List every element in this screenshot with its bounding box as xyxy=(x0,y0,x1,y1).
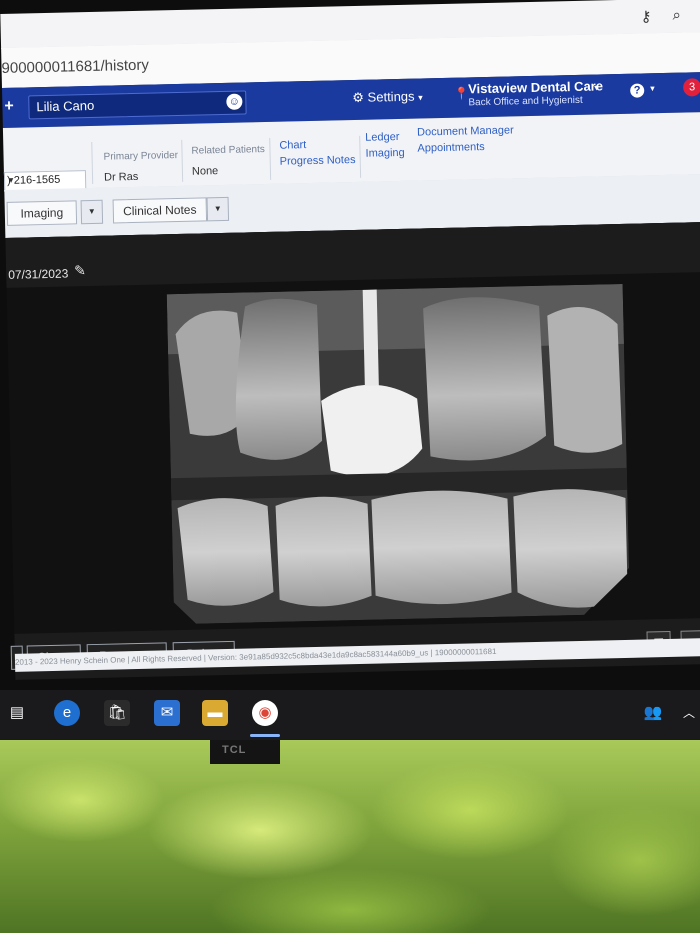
chevron-up-icon[interactable]: ︿ xyxy=(676,700,700,726)
lower-tooth xyxy=(177,498,274,606)
clinical-notes-dropdown-button[interactable]: ▼ xyxy=(206,196,230,222)
url-text: 900000011681/history xyxy=(1,56,150,77)
imaging-dropdown-button[interactable]: ▼ xyxy=(80,199,104,225)
notification-badge[interactable]: 3 xyxy=(682,78,700,97)
divider xyxy=(359,135,362,178)
clinical-notes-tab[interactable]: Clinical Notes xyxy=(112,197,208,224)
imaging-tab[interactable]: Imaging xyxy=(6,200,78,226)
chevron-down-icon: ▾ xyxy=(418,92,423,103)
primary-provider-label: Primary Provider xyxy=(103,150,179,163)
nav-link-progress-notes[interactable]: Progress Notes xyxy=(280,154,356,168)
lower-tooth xyxy=(513,489,628,608)
nav-link-chart[interactable]: Chart xyxy=(279,139,306,152)
location-name[interactable]: Vistaview Dental Care xyxy=(468,78,603,96)
lower-tooth xyxy=(371,490,512,605)
nav-link-ledger[interactable]: Ledger xyxy=(365,131,400,144)
settings-label: Settings xyxy=(367,88,415,105)
imaging-tab-label: Imaging xyxy=(20,205,64,221)
patient-search-input[interactable]: Lilia Cano ☺ xyxy=(28,90,247,120)
lower-tooth xyxy=(275,496,372,607)
chevron-down-icon[interactable]: ▾ xyxy=(594,82,599,93)
upper-tooth xyxy=(423,297,547,461)
nav-link-document-manager[interactable]: Document Manager xyxy=(417,124,514,138)
gear-icon: ⚙ xyxy=(352,89,365,106)
dental-xray-image[interactable] xyxy=(166,283,630,624)
add-icon[interactable]: + xyxy=(4,98,14,116)
chevron-down-icon[interactable]: ▾ xyxy=(650,83,655,94)
clinical-notes-label: Clinical Notes xyxy=(122,202,197,219)
root-canal-post xyxy=(362,289,379,386)
monitor-brand: TCL xyxy=(222,744,247,756)
store-icon[interactable]: 🛍 xyxy=(104,700,130,726)
related-patients-label: Related Patients xyxy=(191,144,265,157)
location-pin-icon: 📍 xyxy=(454,86,470,101)
primary-provider-value: Dr Ras xyxy=(103,170,139,184)
image-date: 07/31/2023 xyxy=(8,266,69,282)
patient-name: Lilia Cano xyxy=(36,97,95,115)
divider xyxy=(269,137,272,180)
task-view-icon[interactable]: ▤ xyxy=(4,700,30,726)
edit-pencil-icon[interactable]: ✎ xyxy=(74,262,86,279)
background-foliage xyxy=(0,740,700,933)
edge-icon[interactable]: e xyxy=(54,700,80,726)
file-explorer-icon[interactable]: ▬ xyxy=(202,700,228,726)
help-icon[interactable]: ? xyxy=(630,83,645,98)
image-viewer: 07/31/2023 ✎ xyxy=(5,221,700,680)
nav-link-appointments[interactable]: Appointments xyxy=(417,141,485,155)
patient-lookup-icon[interactable]: ☺ xyxy=(226,93,243,110)
related-patients-value: None xyxy=(191,165,219,178)
nav-link-imaging[interactable]: Imaging xyxy=(365,147,404,160)
windows-taskbar: ▤ e 🛍 ✉ ▬ ◉ 👥 ︿ xyxy=(0,690,700,740)
settings-menu[interactable]: ⚙ Settings ▾ xyxy=(352,88,423,106)
mail-icon[interactable]: ✉ xyxy=(154,700,180,726)
divider xyxy=(181,139,184,182)
monitor-screen: ⚷ ⌕ 900000011681/history + Lilia Cano ☺ … xyxy=(0,0,700,690)
location-role: Back Office and Hygienist xyxy=(468,94,583,109)
key-icon[interactable]: ⚷ xyxy=(640,7,651,25)
chevron-down-icon: ▼ xyxy=(6,175,16,185)
chrome-active-indicator xyxy=(250,734,280,737)
chrome-icon[interactable]: ◉ xyxy=(252,700,278,726)
upper-tooth xyxy=(547,306,623,453)
people-icon[interactable]: 👥 xyxy=(640,700,666,726)
divider xyxy=(91,141,94,184)
zoom-icon[interactable]: ⌕ xyxy=(672,7,681,24)
upper-tooth xyxy=(235,298,323,460)
